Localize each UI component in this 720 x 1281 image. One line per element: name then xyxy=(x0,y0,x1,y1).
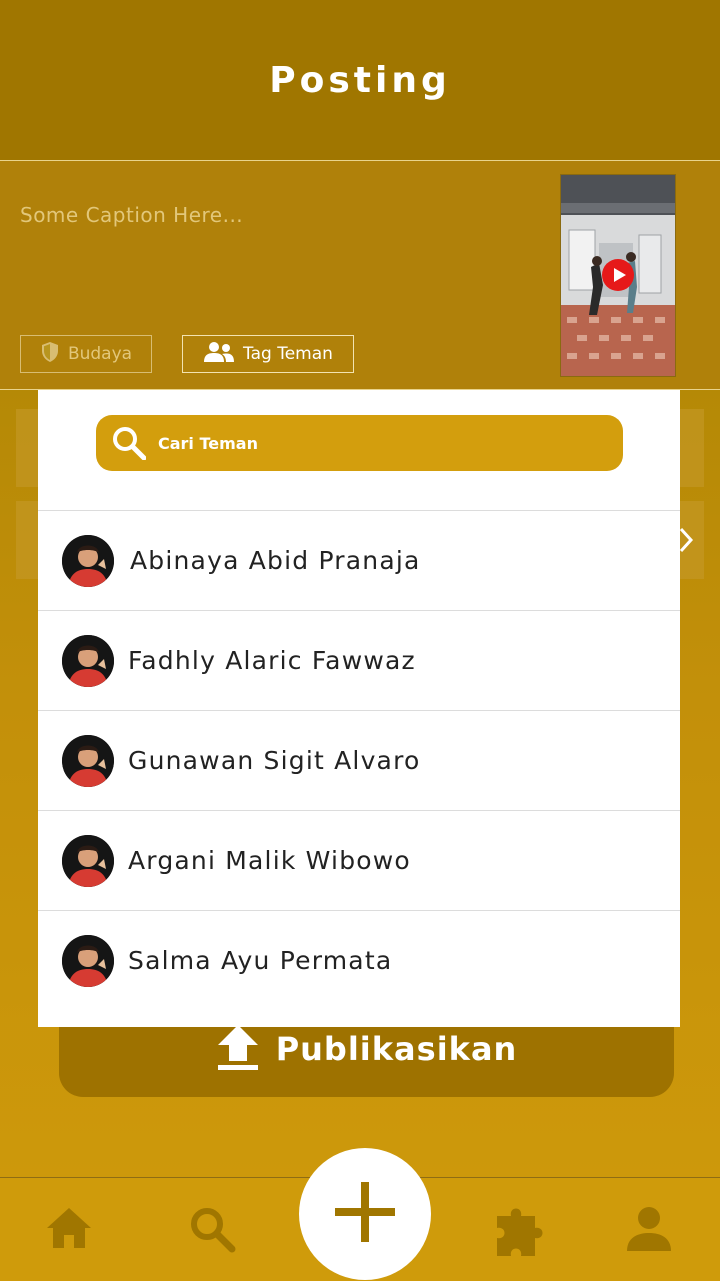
friend-name: Salma Ayu Permata xyxy=(128,946,393,975)
friend-name: Abinaya Abid Pranaja xyxy=(130,546,421,575)
chevron-right-icon[interactable] xyxy=(678,525,694,559)
page-title: Posting xyxy=(269,59,451,101)
friend-row[interactable]: Argani Malik Wibowo xyxy=(38,810,680,910)
plus-icon xyxy=(333,1180,397,1248)
play-icon[interactable] xyxy=(601,258,635,296)
friend-name: Fadhly Alaric Fawwaz xyxy=(128,646,416,675)
publish-label: Publikasikan xyxy=(275,1029,518,1068)
friend-row[interactable]: Salma Ayu Permata xyxy=(38,910,680,1010)
tag-friends-dropdown: Cari Teman Abinaya Abid Pranaja Fadhly A… xyxy=(38,390,680,1027)
home-icon[interactable] xyxy=(45,1206,93,1254)
category-label: Budaya xyxy=(67,344,133,364)
compose-area: Some Caption Here... Budaya Tag Teman xyxy=(0,161,720,390)
upload-icon xyxy=(216,1023,260,1075)
friend-row[interactable]: Gunawan Sigit Alvaro xyxy=(38,710,680,810)
friend-search-placeholder: Cari Teman xyxy=(158,433,258,453)
friend-name: Argani Malik Wibowo xyxy=(128,846,411,875)
friend-name: Gunawan Sigit Alvaro xyxy=(128,746,421,775)
search-icon xyxy=(112,426,146,460)
caption-input[interactable]: Some Caption Here... xyxy=(20,203,243,227)
add-post-button[interactable] xyxy=(299,1148,431,1280)
avatar xyxy=(62,734,114,787)
shield-icon xyxy=(40,341,60,368)
video-thumbnail[interactable] xyxy=(560,174,676,377)
friend-search-input[interactable]: Cari Teman xyxy=(96,415,623,471)
profile-icon[interactable] xyxy=(626,1206,672,1256)
friend-row[interactable]: Fadhly Alaric Fawwaz xyxy=(38,610,680,710)
category-button[interactable]: Budaya xyxy=(20,335,152,373)
puzzle-icon[interactable] xyxy=(493,1202,553,1262)
tag-friends-label: Tag Teman xyxy=(243,344,333,364)
friend-list: Abinaya Abid Pranaja Fadhly Alaric Fawwa… xyxy=(38,510,680,1010)
search-icon[interactable] xyxy=(188,1205,236,1257)
avatar xyxy=(62,534,114,587)
avatar xyxy=(62,634,114,687)
avatar xyxy=(62,834,114,887)
avatar xyxy=(62,934,114,987)
people-icon xyxy=(203,341,235,368)
app-header: Posting xyxy=(0,0,720,161)
tag-friends-button[interactable]: Tag Teman xyxy=(182,335,354,373)
friend-row[interactable]: Abinaya Abid Pranaja xyxy=(38,510,680,610)
